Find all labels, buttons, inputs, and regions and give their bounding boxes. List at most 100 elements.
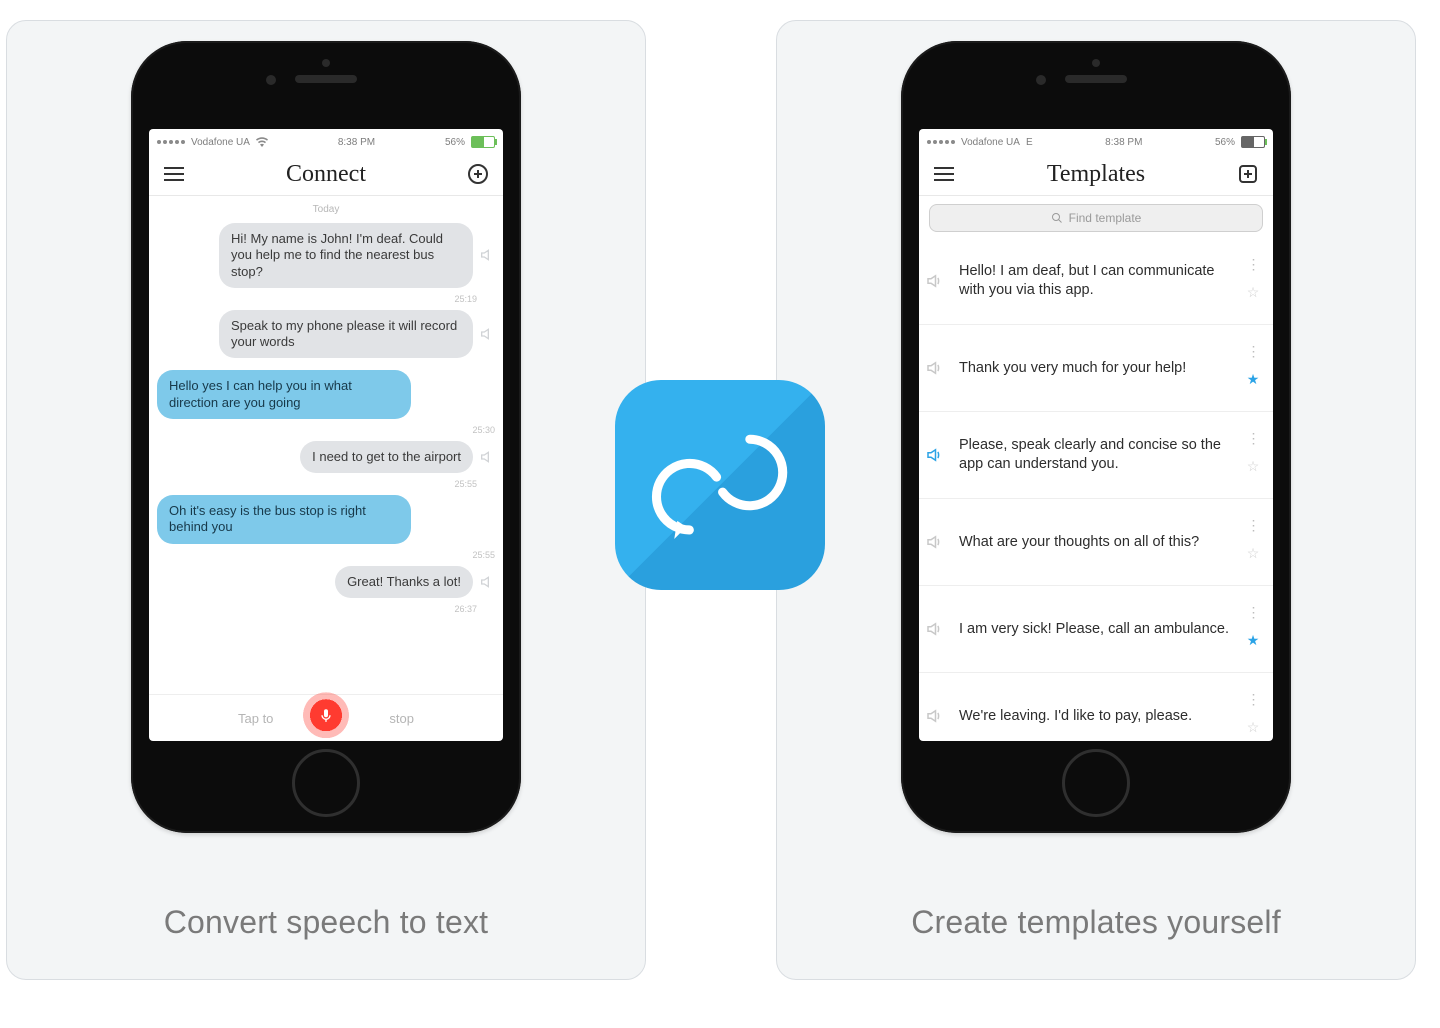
template-more-icon[interactable]: ⋮ (1247, 436, 1260, 440)
message-time: 25:55 (157, 550, 495, 560)
phone-frame-right: Vodafone UA E 8:38 PM 56% Templates (901, 41, 1291, 833)
speaker-icon[interactable] (479, 326, 495, 342)
speaker-icon[interactable] (479, 449, 495, 465)
message-time: 25:30 (157, 425, 495, 435)
day-label: Today (157, 204, 495, 215)
message-bubble[interactable]: Hello yes I can help you in what directi… (157, 370, 411, 419)
add-template-icon[interactable] (1235, 161, 1261, 187)
template-row[interactable]: Thank you very much for your help! ⋮ ★ (919, 325, 1273, 412)
card-caption: Create templates yourself (777, 904, 1415, 941)
favorite-star-icon[interactable]: ★ (1247, 371, 1260, 388)
app-header: Templates (919, 153, 1273, 196)
message-row: Great! Thanks a lot! (157, 566, 495, 598)
favorite-star-icon[interactable]: ☆ (1247, 545, 1260, 562)
record-hint-left: Tap to (238, 711, 273, 726)
favorite-star-icon[interactable]: ☆ (1247, 458, 1260, 475)
template-more-icon[interactable]: ⋮ (1247, 349, 1260, 353)
template-text: Thank you very much for your help! (959, 359, 1237, 378)
speaker-icon[interactable] (479, 247, 495, 263)
template-more-icon[interactable]: ⋮ (1247, 697, 1260, 701)
message-row: Oh it's easy is the bus stop is right be… (157, 495, 495, 544)
template-text: We're leaving. I'd like to pay, please. (959, 707, 1237, 726)
message-bubble[interactable]: Hi! My name is John! I'm deaf. Could you… (219, 223, 473, 288)
speaker-icon[interactable] (479, 574, 495, 590)
clock-label: 8:38 PM (1105, 137, 1142, 148)
chat-thread: Today Hi! My name is John! I'm deaf. Cou… (149, 196, 503, 694)
message-bubble[interactable]: I need to get to the airport (300, 441, 473, 473)
phone-camera-dot (1036, 75, 1046, 85)
battery-icon (1241, 136, 1265, 148)
battery-pct-label: 56% (1215, 137, 1235, 148)
phone-screen-left: Vodafone UA 8:38 PM 56% Con (149, 129, 503, 741)
play-template-icon[interactable] (925, 272, 953, 290)
marketing-screenshots: Vodafone UA 8:38 PM 56% Con (0, 0, 1440, 1000)
status-bar: Vodafone UA E 8:38 PM 56% (919, 129, 1273, 153)
template-row[interactable]: I am very sick! Please, call an ambulanc… (919, 586, 1273, 673)
favorite-star-icon[interactable]: ★ (1247, 632, 1260, 649)
carrier-label: Vodafone UA (191, 137, 250, 148)
wifi-icon (256, 137, 268, 147)
phone-sensor-dot (1092, 59, 1100, 67)
app-icon (615, 380, 825, 590)
template-text: Hello! I am deaf, but I can communicate … (959, 262, 1237, 300)
home-button[interactable] (1062, 749, 1130, 817)
search-icon (1051, 212, 1063, 224)
play-template-icon[interactable] (925, 446, 953, 464)
phone-frame-left: Vodafone UA 8:38 PM 56% Con (131, 41, 521, 833)
message-bubble[interactable]: Speak to my phone please it will record … (219, 310, 473, 359)
favorite-star-icon[interactable]: ☆ (1247, 284, 1260, 301)
template-more-icon[interactable]: ⋮ (1247, 523, 1260, 527)
record-bar: Tap to stop (149, 694, 503, 741)
message-time: 26:37 (157, 604, 495, 614)
network-type-label: E (1026, 137, 1033, 148)
message-row: I need to get to the airport (157, 441, 495, 473)
message-row: Hi! My name is John! I'm deaf. Could you… (157, 223, 495, 288)
menu-button[interactable] (161, 161, 187, 187)
search-wrap: Find template (919, 196, 1273, 238)
carrier-label: Vodafone UA (961, 137, 1020, 148)
battery-pct-label: 56% (445, 137, 465, 148)
phone-sensor-dot (322, 59, 330, 67)
play-template-icon[interactable] (925, 533, 953, 551)
menu-button[interactable] (931, 161, 957, 187)
template-more-icon[interactable]: ⋮ (1247, 610, 1260, 614)
app-logo-icon (644, 409, 795, 560)
battery-icon (471, 136, 495, 148)
status-bar: Vodafone UA 8:38 PM 56% (149, 129, 503, 153)
template-text: I am very sick! Please, call an ambulanc… (959, 620, 1237, 639)
left-showcase-card: Vodafone UA 8:38 PM 56% Con (6, 20, 646, 980)
signal-icon (927, 140, 955, 144)
template-row[interactable]: What are your thoughts on all of this? ⋮… (919, 499, 1273, 586)
template-row[interactable]: Please, speak clearly and concise so the… (919, 412, 1273, 499)
card-caption: Convert speech to text (7, 904, 645, 941)
phone-screen-right: Vodafone UA E 8:38 PM 56% Templates (919, 129, 1273, 741)
play-template-icon[interactable] (925, 359, 953, 377)
message-time: 25:55 (157, 479, 495, 489)
phone-speaker (1065, 75, 1127, 83)
search-input[interactable]: Find template (929, 204, 1263, 232)
template-row[interactable]: Hello! I am deaf, but I can communicate … (919, 238, 1273, 325)
templates-list: Hello! I am deaf, but I can communicate … (919, 238, 1273, 741)
home-button[interactable] (292, 749, 360, 817)
template-row[interactable]: We're leaving. I'd like to pay, please. … (919, 673, 1273, 741)
message-bubble[interactable]: Great! Thanks a lot! (335, 566, 473, 598)
clock-label: 8:38 PM (338, 137, 375, 148)
app-header: Connect (149, 153, 503, 196)
template-text: Please, speak clearly and concise so the… (959, 436, 1237, 474)
play-template-icon[interactable] (925, 620, 953, 638)
record-button[interactable] (303, 692, 349, 738)
search-placeholder: Find template (1069, 211, 1142, 225)
signal-icon (157, 140, 185, 144)
message-row: Speak to my phone please it will record … (157, 310, 495, 359)
play-template-icon[interactable] (925, 707, 953, 725)
page-title: Connect (286, 161, 366, 188)
template-text: What are your thoughts on all of this? (959, 533, 1237, 552)
favorite-star-icon[interactable]: ☆ (1247, 719, 1260, 736)
phone-speaker (295, 75, 357, 83)
message-row: Hello yes I can help you in what directi… (157, 370, 495, 419)
message-bubble[interactable]: Oh it's easy is the bus stop is right be… (157, 495, 411, 544)
page-title: Templates (1047, 161, 1145, 188)
right-showcase-card: Vodafone UA E 8:38 PM 56% Templates (776, 20, 1416, 980)
new-chat-icon[interactable] (465, 161, 491, 187)
template-more-icon[interactable]: ⋮ (1247, 262, 1260, 266)
